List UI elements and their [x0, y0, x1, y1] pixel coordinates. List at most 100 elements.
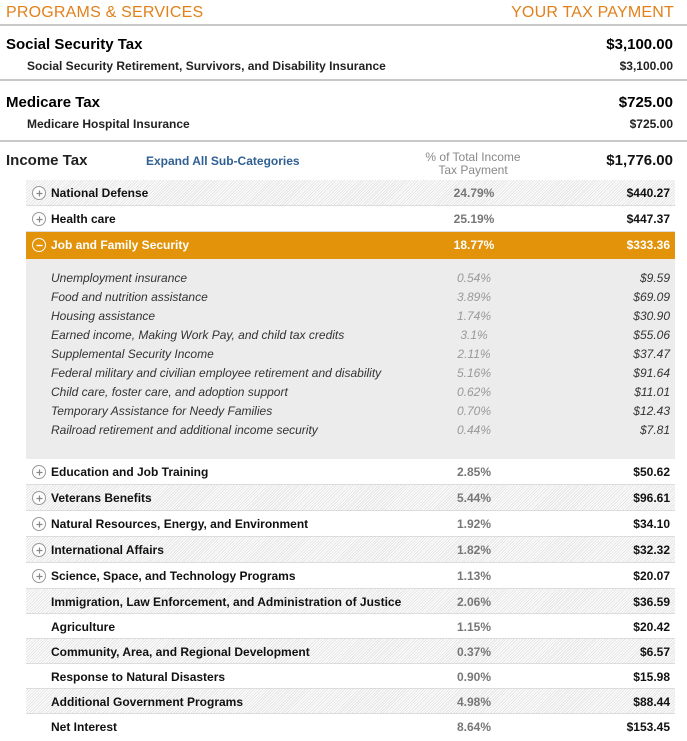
- category-percent: 4.98%: [456, 695, 492, 709]
- subcategory-amount: $9.59: [639, 271, 670, 285]
- medicare-total: $725.00: [618, 94, 673, 111]
- category-row: Additional Government Programs 4.98% $88…: [26, 689, 675, 714]
- category-percent: 5.44%: [456, 491, 492, 505]
- category-row[interactable]: National Defense 24.79% $440.27: [26, 180, 675, 206]
- percent-header-line-2: Tax Payment: [438, 163, 508, 177]
- plus-circle-icon[interactable]: [32, 212, 46, 226]
- category-row[interactable]: Education and Job Training 2.85% $50.62: [26, 459, 675, 485]
- social-security-sub-amount: $3,100.00: [619, 59, 673, 73]
- subcategory-amount: $37.47: [633, 347, 670, 361]
- category-row[interactable]: Natural Resources, Energy, and Environme…: [26, 511, 675, 537]
- subcategory-amount: $12.43: [633, 404, 670, 418]
- medicare-sub-label: Medicare Hospital Insurance: [27, 117, 190, 131]
- category-percent: 0.90%: [456, 670, 492, 684]
- category-row[interactable]: Science, Space, and Technology Programs …: [26, 563, 675, 589]
- subcategory-label: Unemployment insurance: [51, 271, 188, 285]
- category-label: International Affairs: [51, 543, 164, 557]
- category-label: National Defense: [51, 186, 149, 200]
- plus-circle-icon[interactable]: [32, 186, 46, 200]
- subcategory-amount: $30.90: [633, 309, 670, 323]
- category-amount: $333.36: [626, 238, 670, 252]
- category-amount: $20.42: [633, 620, 670, 634]
- minus-circle-icon[interactable]: [32, 238, 46, 252]
- subcategory-panel: Unemployment insurance 0.54% $9.59 Food …: [26, 259, 675, 459]
- category-percent: 0.37%: [456, 645, 492, 659]
- category-amount: $15.98: [633, 670, 670, 684]
- subcategory-percent: 0.70%: [456, 404, 492, 418]
- category-label: Response to Natural Disasters: [51, 670, 226, 684]
- subcategory-percent: 3.89%: [456, 290, 492, 304]
- subcategory-row: Railroad retirement and additional incom…: [26, 421, 675, 440]
- category-label: Science, Space, and Technology Programs: [51, 569, 296, 583]
- plus-circle-icon[interactable]: [32, 517, 46, 531]
- category-percent: 24.79%: [453, 186, 495, 200]
- subcategory-row: Child care, foster care, and adoption su…: [26, 383, 675, 402]
- category-percent: 18.77%: [453, 238, 495, 252]
- category-label: Net Interest: [51, 720, 118, 734]
- category-row[interactable]: International Affairs 1.82% $32.32: [26, 537, 675, 563]
- subcategory-percent: 0.44%: [456, 423, 492, 437]
- subcategory-row: Housing assistance 1.74% $30.90: [26, 307, 675, 326]
- category-amount: $36.59: [633, 595, 670, 609]
- category-row-active[interactable]: Job and Family Security 18.77% $333.36: [26, 232, 675, 259]
- category-percent: 1.82%: [456, 543, 492, 557]
- medicare-title: Medicare Tax: [6, 94, 100, 111]
- category-percent: 2.85%: [456, 465, 492, 479]
- category-percent: 8.64%: [456, 720, 492, 734]
- category-amount: $32.32: [633, 543, 670, 557]
- income-tax-total: $1,776.00: [606, 152, 673, 169]
- subcategory-amount: $7.81: [639, 423, 670, 437]
- subcategory-row: Earned income, Making Work Pay, and chil…: [26, 326, 675, 345]
- category-label: Health care: [51, 212, 116, 226]
- plus-circle-icon[interactable]: [32, 491, 46, 505]
- social-security-title: Social Security Tax: [6, 36, 143, 53]
- subcategory-row: Federal military and civilian employee r…: [26, 364, 675, 383]
- subcategory-percent: 5.16%: [456, 366, 492, 380]
- subcategory-label: Housing assistance: [51, 309, 156, 323]
- subcategory-row: Temporary Assistance for Needy Families …: [26, 402, 675, 421]
- subcategory-amount: $11.01: [634, 385, 670, 399]
- plus-circle-icon[interactable]: [32, 465, 46, 479]
- category-row: Community, Area, and Regional Developmen…: [26, 639, 675, 664]
- social-security-section: Social Security Tax $3,100.00 Social Sec…: [0, 28, 687, 81]
- category-amount: $34.10: [633, 517, 670, 531]
- income-tax-title: Income Tax: [6, 152, 88, 169]
- category-amount: $88.44: [633, 695, 670, 709]
- expand-all-link[interactable]: Expand All Sub-Categories: [146, 154, 300, 168]
- category-label: Additional Government Programs: [51, 695, 244, 709]
- subcategory-label: Food and nutrition assistance: [51, 290, 208, 304]
- subcategory-label: Federal military and civilian employee r…: [51, 366, 382, 380]
- category-label: Veterans Benefits: [51, 491, 152, 505]
- social-security-total: $3,100.00: [606, 36, 673, 53]
- your-tax-payment-heading: YOUR TAX PAYMENT: [511, 4, 674, 21]
- subcategory-row: Food and nutrition assistance 3.89% $69.…: [26, 288, 675, 307]
- category-amount: $96.61: [633, 491, 670, 505]
- subcategory-percent: 0.54%: [456, 271, 492, 285]
- subcategory-amount: $91.64: [633, 366, 670, 380]
- subcategory-amount: $69.09: [633, 290, 670, 304]
- income-tax-header: Income Tax Expand All Sub-Categories % o…: [0, 146, 687, 180]
- subcategory-amount: $55.06: [633, 328, 670, 342]
- programs-services-heading: PROGRAMS & SERVICES: [6, 4, 204, 21]
- category-percent: 1.15%: [456, 620, 492, 634]
- medicare-sub-amount: $725.00: [629, 117, 673, 131]
- subcategory-label: Railroad retirement and additional incom…: [51, 423, 318, 437]
- category-row: Immigration, Law Enforcement, and Admini…: [26, 589, 675, 614]
- plus-circle-icon[interactable]: [32, 543, 46, 557]
- percent-column-header: % of Total Income Tax Payment: [425, 151, 521, 177]
- category-amount: $447.37: [626, 212, 670, 226]
- subcategory-label: Earned income, Making Work Pay, and chil…: [51, 328, 345, 342]
- category-percent: 25.19%: [453, 212, 495, 226]
- category-percent: 2.06%: [456, 595, 492, 609]
- category-row: Net Interest 8.64% $153.45: [26, 714, 675, 739]
- category-label: Education and Job Training: [51, 465, 209, 479]
- category-amount: $440.27: [626, 186, 670, 200]
- category-row[interactable]: Veterans Benefits 5.44% $96.61: [26, 485, 675, 511]
- category-amount: $6.57: [639, 645, 670, 659]
- category-row[interactable]: Health care 25.19% $447.37: [26, 206, 675, 232]
- category-label: Natural Resources, Energy, and Environme…: [51, 517, 309, 531]
- category-row: Agriculture 1.15% $20.42: [26, 614, 675, 639]
- plus-circle-icon[interactable]: [32, 569, 46, 583]
- social-security-sub-label: Social Security Retirement, Survivors, a…: [27, 59, 386, 73]
- category-label: Immigration, Law Enforcement, and Admini…: [51, 595, 402, 609]
